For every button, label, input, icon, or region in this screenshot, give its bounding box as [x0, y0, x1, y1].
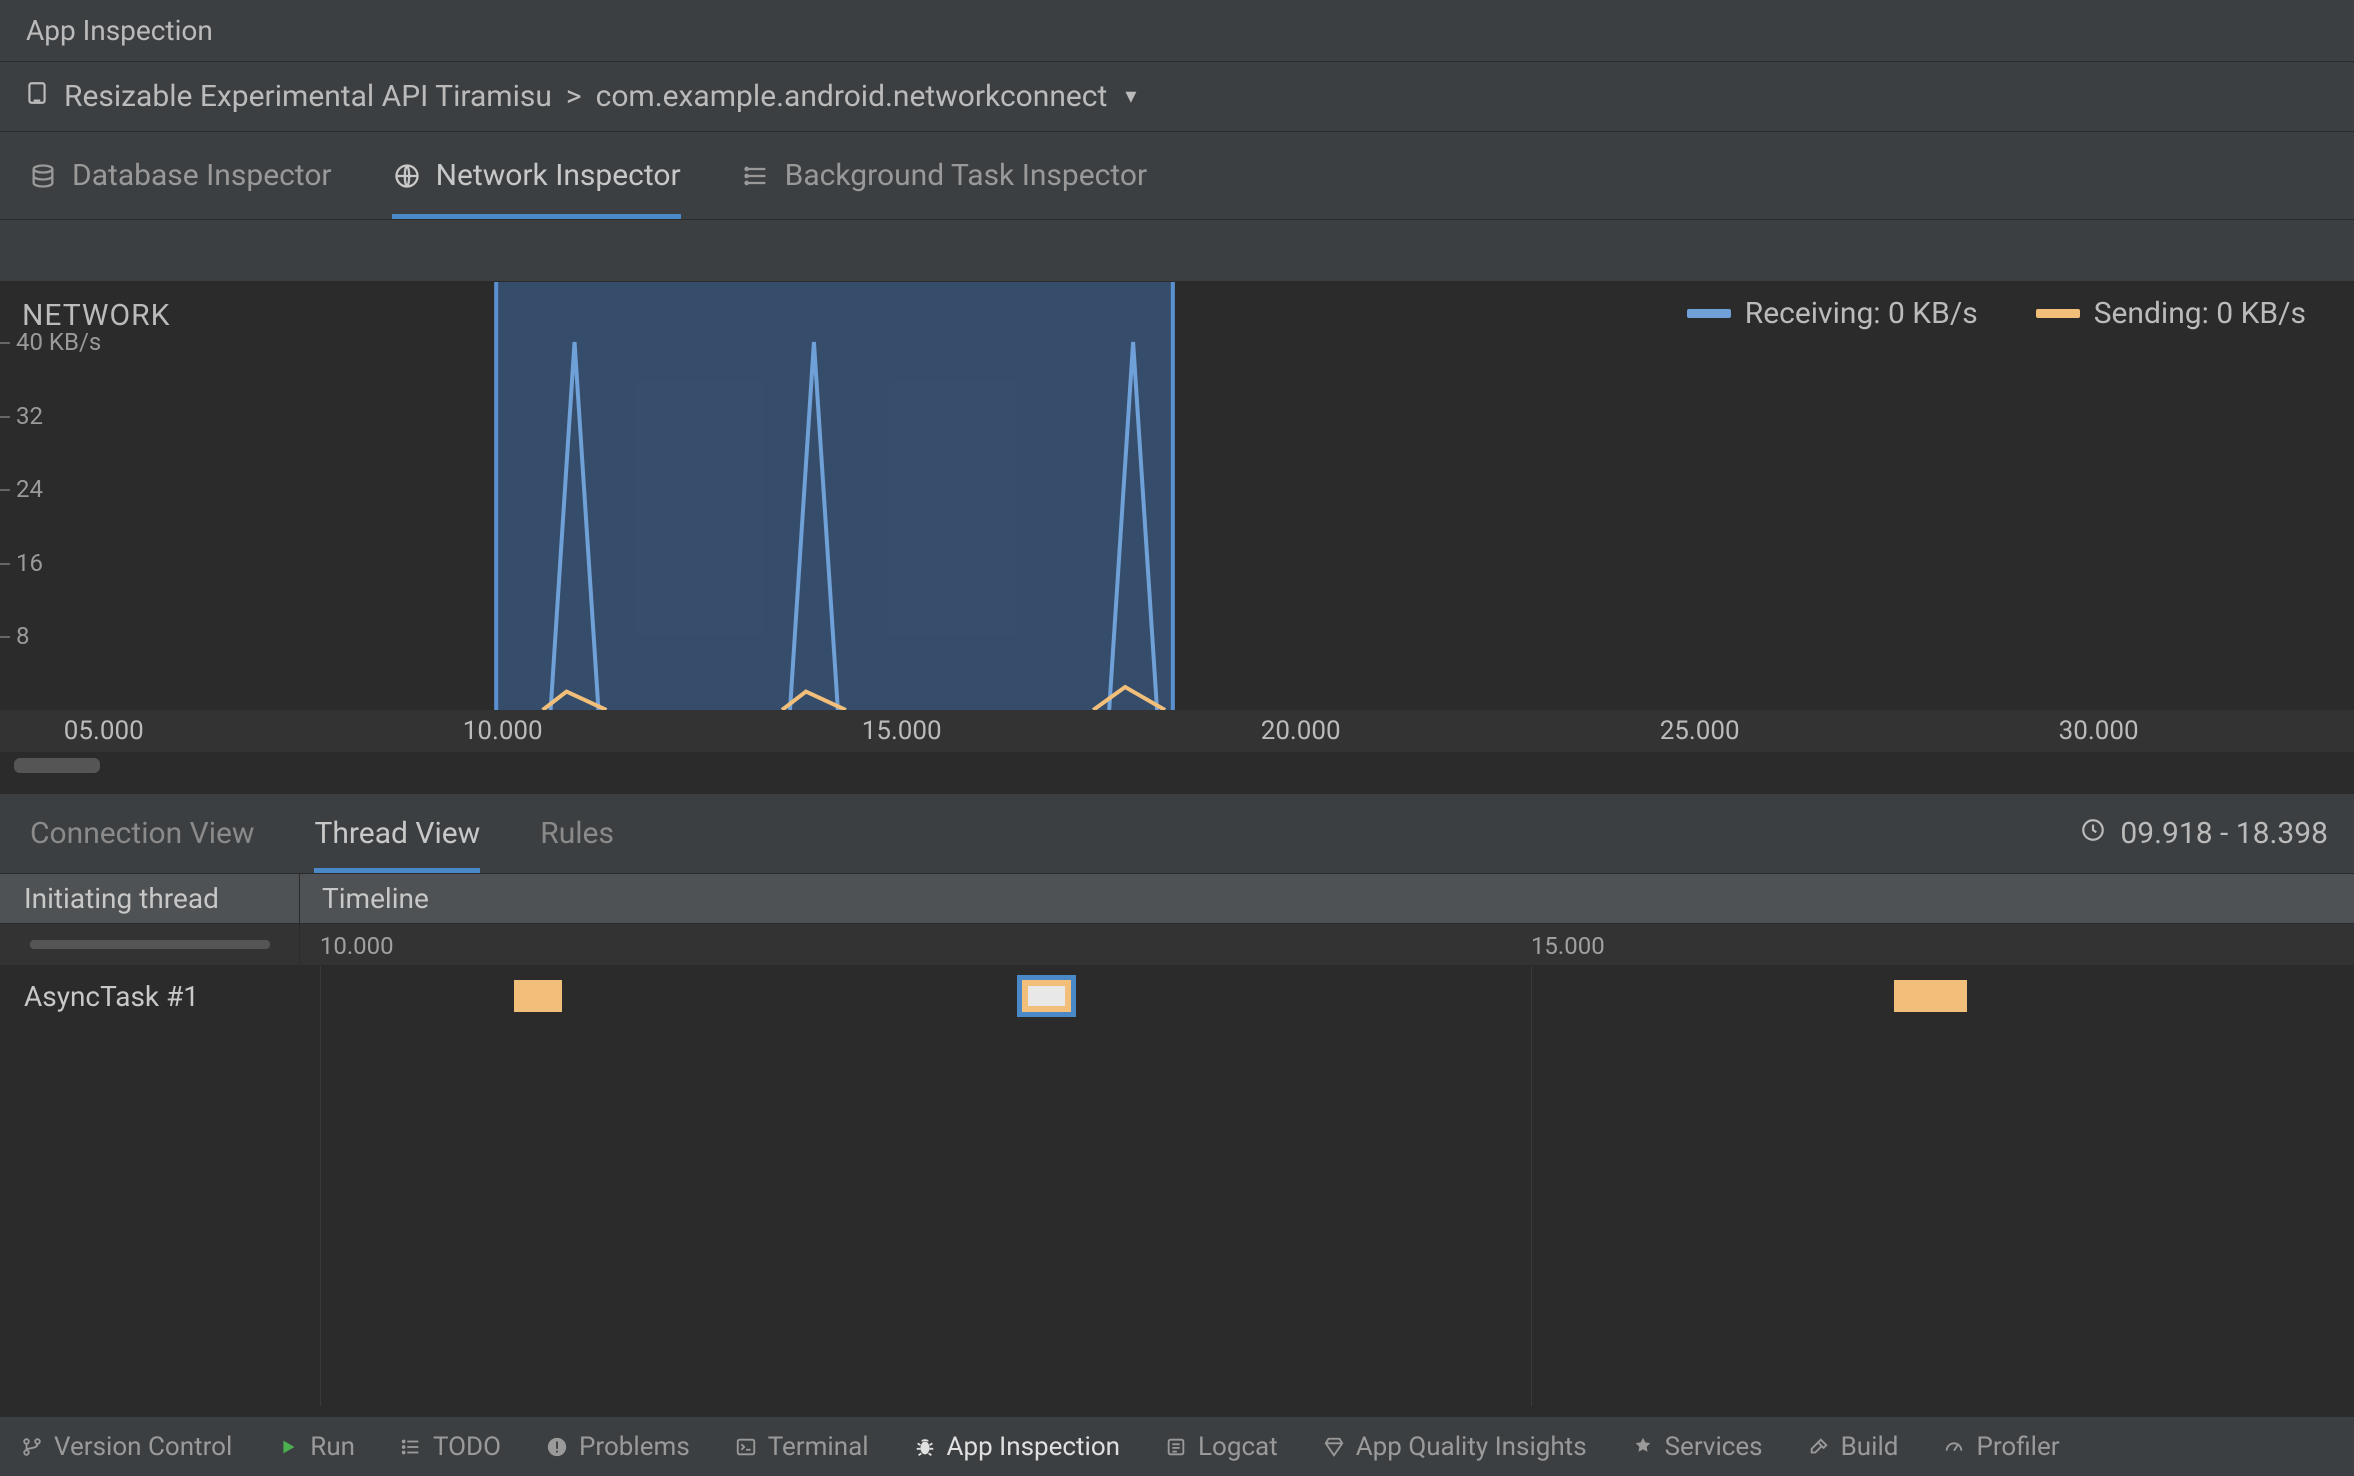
tab-icon [392, 161, 422, 191]
toolwindow-build[interactable]: Build [1807, 1432, 1899, 1462]
timeline-tick-label: 10.000 [320, 932, 394, 960]
timeline-gridline [1531, 966, 1532, 1406]
x-tick-label: 05.000 [64, 716, 144, 746]
toolwindow-app-inspection[interactable]: App Inspection [913, 1432, 1120, 1462]
y-tick [0, 489, 10, 491]
chart-canvas[interactable] [0, 282, 2354, 752]
toolwindow-app-quality-insights[interactable]: App Quality Insights [1322, 1432, 1587, 1462]
toolwindow-problems[interactable]: Problems [545, 1432, 690, 1462]
chevron-down-icon: ▾ [1125, 84, 1136, 109]
y-tick-label: 24 [16, 475, 43, 503]
timeline-event[interactable] [1894, 980, 1967, 1012]
play-icon [276, 1435, 300, 1459]
target-selector[interactable]: Resizable Experimental API Tiramisu > co… [0, 62, 2354, 132]
x-tick-label: 15.000 [862, 716, 942, 746]
view-tab-thread-view[interactable]: Thread View [314, 794, 480, 873]
timeline-event[interactable] [1022, 980, 1070, 1012]
inspector-tab-network-inspector[interactable]: Network Inspector [392, 132, 681, 219]
timeline-events-zone[interactable] [300, 966, 2354, 1406]
view-tab-connection-view[interactable]: Connection View [30, 794, 254, 873]
device-icon [24, 79, 50, 114]
x-tick-label: 25.000 [1660, 716, 1740, 746]
chart-x-axis: 05.000 10.000 15.000 20.000 25.000 30.000 [0, 710, 2354, 752]
thread-row-label[interactable]: AsyncTask #1 [0, 966, 299, 1026]
x-tick-label: 10.000 [463, 716, 543, 746]
view-tab-rules[interactable]: Rules [540, 794, 614, 873]
x-tick-label: 20.000 [1261, 716, 1341, 746]
toolbar-strip [0, 220, 2354, 282]
window-title: App Inspection [26, 14, 213, 47]
thread-view-body: AsyncTask #1 [0, 966, 2354, 1406]
toolwindow-version-control[interactable]: Version Control [20, 1432, 232, 1462]
diamond-icon [1322, 1435, 1346, 1459]
thread-view-header: Initiating thread Timeline [0, 874, 2354, 924]
inspector-tab-database-inspector[interactable]: Database Inspector [28, 132, 332, 219]
timeline-gridline [320, 966, 321, 1406]
toolwindow-todo[interactable]: TODO [399, 1432, 501, 1462]
window-title-bar: App Inspection [0, 0, 2354, 62]
time-range-label: 09.918 - 18.398 [2120, 816, 2328, 851]
y-tick [0, 563, 10, 565]
tool-window-bar: Version Control Run TODO Problems Terminal Ap… [0, 1416, 2354, 1476]
y-tick-label: 16 [16, 549, 43, 577]
branch-icon [20, 1435, 44, 1459]
services-icon [1631, 1435, 1655, 1459]
target-process: com.example.android.networkconnect [596, 79, 1108, 114]
log-icon [1164, 1435, 1188, 1459]
hammer-icon [1807, 1435, 1831, 1459]
clock-icon [2080, 816, 2106, 851]
thread-labels-column: AsyncTask #1 [0, 966, 300, 1406]
network-chart[interactable]: NETWORK Receiving: 0 KB/s Sending: 0 KB/… [0, 282, 2354, 794]
toolwindow-profiler[interactable]: Profiler [1942, 1432, 2059, 1462]
inspector-tab-bar: Database Inspector Network Inspector Backg… [0, 132, 2354, 220]
gauge-icon [1942, 1435, 1966, 1459]
timeline-tick-zone: 10.000 15.000 [300, 924, 2354, 965]
y-tick [0, 342, 10, 344]
y-tick [0, 636, 10, 638]
tab-icon [741, 161, 771, 191]
timeline-tick-row: 10.000 15.000 [0, 924, 2354, 966]
target-sep: > [566, 79, 582, 114]
y-tick-label: 32 [16, 402, 43, 430]
warn-icon [545, 1435, 569, 1459]
toolwindow-services[interactable]: Services [1631, 1432, 1763, 1462]
bug-icon [913, 1435, 937, 1459]
timeline-event[interactable] [514, 980, 562, 1012]
time-range: 09.918 - 18.398 [2080, 816, 2328, 851]
chart-scrollbar-thumb[interactable] [14, 758, 100, 773]
target-device: Resizable Experimental API Tiramisu [64, 79, 552, 114]
terminal-icon [734, 1435, 758, 1459]
thread-col-scrollbar[interactable] [0, 924, 300, 965]
y-tick-label: 40 KB/s [16, 328, 101, 356]
thread-col-header: Initiating thread [0, 874, 300, 923]
timeline-tick-label: 15.000 [1531, 932, 1605, 960]
list-icon [399, 1435, 423, 1459]
x-tick-label: 30.000 [2059, 716, 2139, 746]
timeline-col-header: Timeline [300, 874, 2354, 923]
toolwindow-terminal[interactable]: Terminal [734, 1432, 869, 1462]
toolwindow-run[interactable]: Run [276, 1432, 355, 1462]
y-tick [0, 416, 10, 418]
view-tab-bar: Connection View Thread View Rules 09.918 -… [0, 794, 2354, 874]
tab-icon [28, 161, 58, 191]
inspector-tab-background-task-inspector[interactable]: Background Task Inspector [741, 132, 1148, 219]
y-tick-label: 8 [16, 622, 30, 650]
toolwindow-logcat[interactable]: Logcat [1164, 1432, 1278, 1462]
